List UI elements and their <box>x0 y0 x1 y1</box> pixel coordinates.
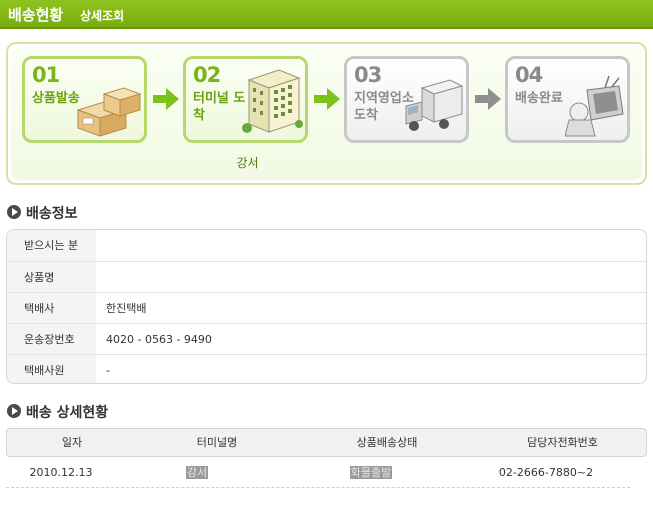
section-title-delivery-detail: 배송 상세현황 <box>7 402 108 422</box>
column-header-status: 상품배송상태 <box>356 436 418 449</box>
step-shipped: 01 상품발송 <box>22 56 147 143</box>
info-key: 받으시는 분 <box>7 230 96 261</box>
delivered-tv-icon <box>565 75 624 137</box>
step-number: 04 <box>515 63 543 87</box>
delivery-truck-icon <box>405 79 464 131</box>
step-number: 02 <box>193 63 221 87</box>
column-header-phone: 담당자전화번호 <box>527 436 598 449</box>
step-delivered: 04 배송완료 <box>505 56 630 143</box>
terminal-name-label: 강서 <box>236 156 259 170</box>
column-header-date: 일자 <box>61 436 83 449</box>
info-key: 상품명 <box>7 262 96 292</box>
arrow-right-icon <box>153 88 179 110</box>
info-row-courier-staff: 택배사원 - <box>7 354 646 383</box>
step-terminal-arrived: 02 터미널 도착 <box>183 56 308 143</box>
delivery-info-table: 받으시는 분 상품명 택배사 한진택배 운송장번호 4020 - 0563 - … <box>6 229 647 384</box>
info-row-recipient: 받으시는 분 <box>7 230 646 261</box>
info-row-tracking-number: 운송장번호 4020 - 0563 - 9490 <box>7 323 646 354</box>
page-title: 배송현황 <box>8 6 64 24</box>
cell-date: 2010.12.13 <box>29 466 93 479</box>
play-bullet-icon <box>7 205 21 219</box>
row-divider <box>6 487 630 488</box>
info-value: 4020 - 0563 - 9490 <box>106 333 212 346</box>
cell-phone: 02-2666-7880~2 <box>498 466 594 479</box>
arrow-right-icon <box>314 88 340 110</box>
page-subtitle: 상세조회 <box>80 9 125 23</box>
step-number: 01 <box>32 63 60 87</box>
info-key: 택배사 <box>7 293 96 323</box>
info-key: 운송장번호 <box>7 324 96 354</box>
step-number: 03 <box>354 63 382 87</box>
step-local-office-arrived: 03 지역영업소 도착 <box>344 56 469 143</box>
info-row-courier: 택배사 한진택배 <box>7 292 646 323</box>
detail-table-header: 일자 터미널명 상품배송상태 담당자전화번호 <box>6 428 647 457</box>
cell-terminal: 강서 <box>185 466 209 479</box>
terminal-building-icon <box>242 69 303 133</box>
info-key: 택배사원 <box>7 355 96 383</box>
boxes-icon <box>76 87 142 137</box>
info-row-product: 상품명 <box>7 261 646 292</box>
info-value: 한진택배 <box>106 302 147 315</box>
arrow-right-icon <box>475 88 501 110</box>
play-bullet-icon <box>7 404 21 418</box>
page-header: 배송현황 상세조회 <box>0 0 653 29</box>
info-value: - <box>106 364 110 377</box>
cell-status: 화물출발 <box>349 466 393 479</box>
column-header-terminal: 터미널명 <box>196 436 238 449</box>
section-title-delivery-info: 배송정보 <box>7 203 78 223</box>
